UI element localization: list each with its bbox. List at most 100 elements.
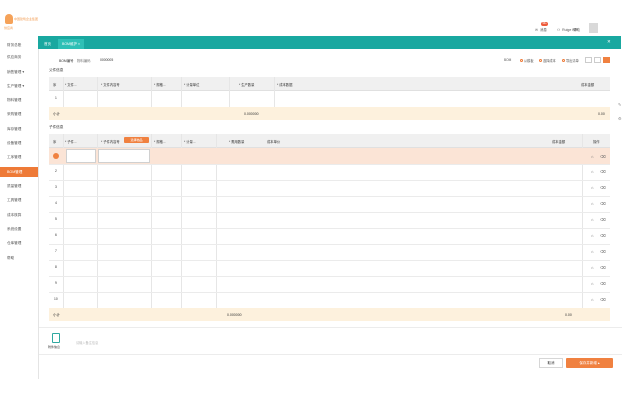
toolbar-template[interactable]: 从模板: [520, 58, 534, 63]
sidebar-item[interactable]: 工具管理: [0, 195, 38, 205]
attachment-panel: [39, 327, 622, 355]
toolbar-bom[interactable]: BOM: [504, 58, 511, 62]
parent-total-label: 小计: [53, 112, 60, 116]
bom-no-label: BOM编号: [59, 59, 74, 63]
sidebar-item[interactable]: 物料管理: [0, 95, 38, 105]
parent-total-row: [49, 107, 610, 120]
prev-button[interactable]: [585, 57, 592, 63]
child-content-input[interactable]: [98, 149, 150, 163]
parent-total-qty: 0.000000: [244, 112, 259, 116]
col-header: 操作: [593, 140, 600, 144]
logo-text: 中国建筑企业集团: [14, 17, 39, 21]
child-item-input[interactable]: [66, 149, 96, 163]
add-row-icon[interactable]: ⌂: [591, 185, 593, 190]
sidebar-item[interactable]: 系统设置: [0, 224, 38, 234]
delete-row-icon[interactable]: ⌫: [600, 154, 606, 159]
col-header: 成本金额: [552, 140, 566, 144]
sidebar: 财务总账 供应商务 销售管理 ▾ 生产管理 ▾ 物料管理 采购管理 库存管理 设…: [0, 36, 38, 395]
sidebar-item[interactable]: 库存管理: [0, 124, 38, 134]
row-index: 5: [55, 217, 57, 221]
delete-row-icon[interactable]: ⌫: [600, 265, 606, 270]
bom-editor: BOM编号 物料编码 0000005 BOM 从模板 选择成本 导出清单 父件信…: [38, 49, 622, 379]
sidebar-item[interactable]: 供应商务: [0, 52, 38, 62]
toolbar-export[interactable]: 导出清单: [562, 58, 579, 63]
col-header: * 子件内容号: [101, 140, 120, 144]
row-index: 10: [54, 297, 58, 301]
remark-input[interactable]: 请输入备注信息: [76, 340, 98, 345]
sidebar-item[interactable]: 成本核算: [0, 210, 38, 220]
row-index: 9: [55, 281, 57, 285]
add-row-icon[interactable]: ⌂: [591, 169, 593, 174]
add-row-icon[interactable]: ⌂: [591, 154, 593, 159]
attachment-icon[interactable]: [52, 333, 60, 343]
top-bar: 中国建筑企业集团 供应商 ✉ 消息 99+ ⚇ Ruige HR 帮助: [0, 0, 626, 36]
delete-row-icon[interactable]: ⌫: [600, 217, 606, 222]
toolbar-cost[interactable]: 选择成本: [539, 58, 556, 63]
row-index: 4: [55, 201, 57, 205]
delete-row-icon[interactable]: ⌫: [600, 233, 606, 238]
radio-icon: [520, 59, 523, 62]
delete-row-icon[interactable]: ⌫: [600, 249, 606, 254]
col-header: * 规格...: [154, 140, 166, 144]
add-row-icon[interactable]: ⌂: [591, 249, 593, 254]
next-button[interactable]: [594, 57, 601, 63]
sidebar-item[interactable]: 财务总账: [0, 40, 38, 50]
menu-button[interactable]: [603, 57, 610, 63]
sidebar-item[interactable]: 帮助: [0, 253, 38, 263]
logo-subtext: 供应商: [4, 26, 14, 30]
avatar[interactable]: [589, 23, 598, 33]
help-link[interactable]: 帮助: [573, 26, 580, 34]
delete-row-icon[interactable]: ⌫: [600, 297, 606, 302]
messages-button[interactable]: ✉ 消息: [535, 26, 547, 34]
tab-bom[interactable]: BOM维护 ×: [58, 39, 84, 49]
row-index: 2: [55, 169, 57, 173]
app-logo[interactable]: 中国建筑企业集团 供应商: [4, 14, 39, 34]
radio-icon: [562, 59, 565, 62]
row-index: 8: [55, 265, 57, 269]
close-window-icon[interactable]: ✕: [607, 39, 611, 45]
add-row-icon[interactable]: ⌂: [591, 297, 593, 302]
col-header: 成本单价: [267, 140, 281, 144]
sidebar-item[interactable]: 生产管理 ▾: [0, 81, 38, 91]
delete-row-icon[interactable]: ⌫: [600, 281, 606, 286]
col-header: * 子件...: [65, 140, 77, 144]
row-index: 7: [55, 249, 57, 253]
add-row-icon[interactable]: ⌂: [591, 201, 593, 206]
cancel-button[interactable]: 取消: [539, 358, 563, 368]
sidebar-item[interactable]: 采购管理: [0, 109, 38, 119]
delete-row-icon[interactable]: ⌫: [600, 185, 606, 190]
row-selected-indicator: [53, 153, 59, 159]
child-total-label: 小计: [53, 313, 60, 317]
sidebar-item-active[interactable]: BOM管理: [0, 167, 38, 177]
select-item-tag[interactable]: 选择物品: [124, 137, 149, 143]
col-header: 成本金额: [581, 83, 595, 87]
add-row-icon[interactable]: ⌂: [591, 265, 593, 270]
add-row-icon[interactable]: ⌂: [591, 233, 593, 238]
col-header: * 计量单位: [184, 83, 200, 87]
child-total-amount: 0.00: [565, 313, 572, 317]
sidebar-item[interactable]: 质量管理: [0, 181, 38, 191]
delete-row-icon[interactable]: ⌫: [600, 169, 606, 174]
tab-bar: 首页 BOM维护 × ✕: [38, 36, 621, 49]
sidebar-item[interactable]: 仓库管理: [0, 238, 38, 248]
add-row-icon[interactable]: ⌂: [591, 217, 593, 222]
side-tool-icon[interactable]: ⚙: [618, 116, 624, 122]
parent-section-title: 父件信息: [49, 68, 64, 72]
col-header: * 文件...: [65, 83, 77, 87]
sidebar-item[interactable]: 工序管理: [0, 152, 38, 162]
save-and-new-button[interactable]: 保存并新增 ▴: [566, 358, 613, 368]
delete-row-icon[interactable]: ⌫: [600, 201, 606, 206]
sidebar-item[interactable]: 设备管理: [0, 138, 38, 148]
col-header: * 规格...: [154, 83, 166, 87]
mail-icon: ✉: [535, 28, 538, 32]
messages-badge: 99+: [541, 22, 549, 26]
add-row-icon[interactable]: ⌂: [591, 281, 593, 286]
sidebar-item[interactable]: 销售管理 ▾: [0, 67, 38, 77]
col-header: * 生产数量: [239, 83, 255, 87]
side-tool-icon[interactable]: ✎: [618, 102, 624, 108]
source-value: 0000005: [100, 58, 114, 62]
child-section-title: 子件信息: [49, 125, 64, 129]
row-index: 3: [55, 185, 57, 189]
col-header: 序: [53, 140, 57, 144]
tab-home[interactable]: 首页: [40, 39, 55, 49]
